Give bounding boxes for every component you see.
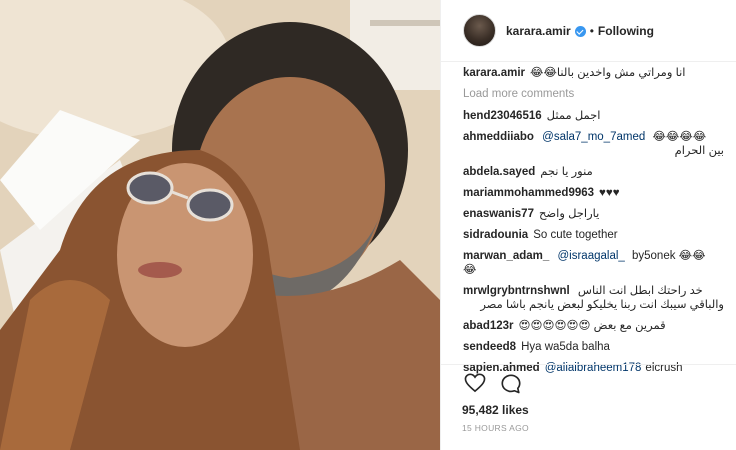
comment-text-line-2: 😂 [463,264,477,276]
comment-text: So cute together [533,229,618,241]
comment-row: enaswanis77 ياراجل واضح [463,207,724,221]
beach-selfie-image [0,0,440,450]
comment-text-line-2: بين الحرام [674,145,724,157]
comment-row: abad123r قمرين مع بعض 😍😍😍😍😍😍 [463,319,724,333]
author-username[interactable]: karara.amir [506,24,571,38]
comment-username[interactable]: mrwlgrybntrnshwnl [463,285,570,297]
comment-row: ahmeddiiabo @sala7_mo_7amed 😂😂😂😂 بين الح… [463,130,724,158]
comment-username[interactable]: hend23046516 [463,109,542,123]
comment-row: sendeed8 Hya wa5da balha [463,340,724,354]
caption: karara.amir انا ومراتي مش واخدين بالنا😂😂 [463,66,724,80]
comment-text-line-2: والباقي سيبك انت ربنا يخليكو لبعض يانجم … [480,299,724,311]
speech-bubble-icon[interactable] [500,373,522,400]
comment-username[interactable]: abad123r [463,319,514,333]
likes-count[interactable]: 95,482 likes [462,403,529,417]
comment-username[interactable]: sendeed8 [463,340,516,354]
post-actions: 95,482 likes 15 HOURS AGO [440,364,736,450]
comment-username[interactable]: marwan_adam_ [463,250,549,262]
comment-username[interactable]: abdela.sayed [463,165,535,179]
comments-list: karara.amir انا ومراتي مش واخدين بالنا😂😂… [463,66,724,382]
action-icons [464,373,522,400]
comment-row: hend23046516 اجمل ممثل [463,109,724,123]
comment-text: by5onek 😂😂 [632,250,706,262]
following-button[interactable]: Following [598,24,654,38]
comment-text: ياراجل واضح [538,208,600,220]
comment-username[interactable]: sidradounia [463,228,528,242]
comment-text: Hya wa5da balha [521,341,610,353]
post-photo[interactable] [0,0,440,450]
comment-row: abdela.sayed منور يا نجم [463,165,724,179]
post-timestamp[interactable]: 15 HOURS AGO [462,423,529,433]
comment-row: sidradounia So cute together [463,228,724,242]
caption-username[interactable]: karara.amir [463,66,525,80]
post-header: karara.amir • Following [441,0,736,62]
caption-text: انا ومراتي مش واخدين بالنا😂😂 [530,67,686,79]
comment-text: منور يا نجم [540,166,593,178]
comment-mention-link[interactable]: @sala7_mo_7amed [542,131,645,143]
comment-mention-link[interactable]: @israagalal_ [558,250,625,262]
verified-badge-icon [574,26,586,37]
avatar[interactable] [463,14,496,47]
comment-text: اجمل ممثل [546,110,601,122]
comment-username[interactable]: mariammohammed9963 [463,186,594,200]
load-more-comments-link[interactable]: Load more comments [463,87,724,101]
heart-outline-icon[interactable] [464,373,486,400]
comment-username[interactable]: enaswanis77 [463,207,534,221]
comment-text: خد راحتك ابطل انت الناس [577,285,703,297]
comment-row: mrwlgrybntrnshwnl خد راحتك ابطل انت النا… [463,284,724,312]
comment-text: قمرين مع بعض 😍😍😍😍😍😍 [518,320,666,332]
comment-row: marwan_adam_ @israagalal_ by5onek 😂😂 😂 [463,249,724,277]
separator-dot: • [589,23,594,38]
comment-row: mariammohammed9963 ♥♥♥ [463,186,724,200]
comment-text: ♥♥♥ [599,187,620,199]
comment-username[interactable]: ahmeddiiabo [463,131,534,143]
comment-text: 😂😂😂😂 [652,131,707,143]
